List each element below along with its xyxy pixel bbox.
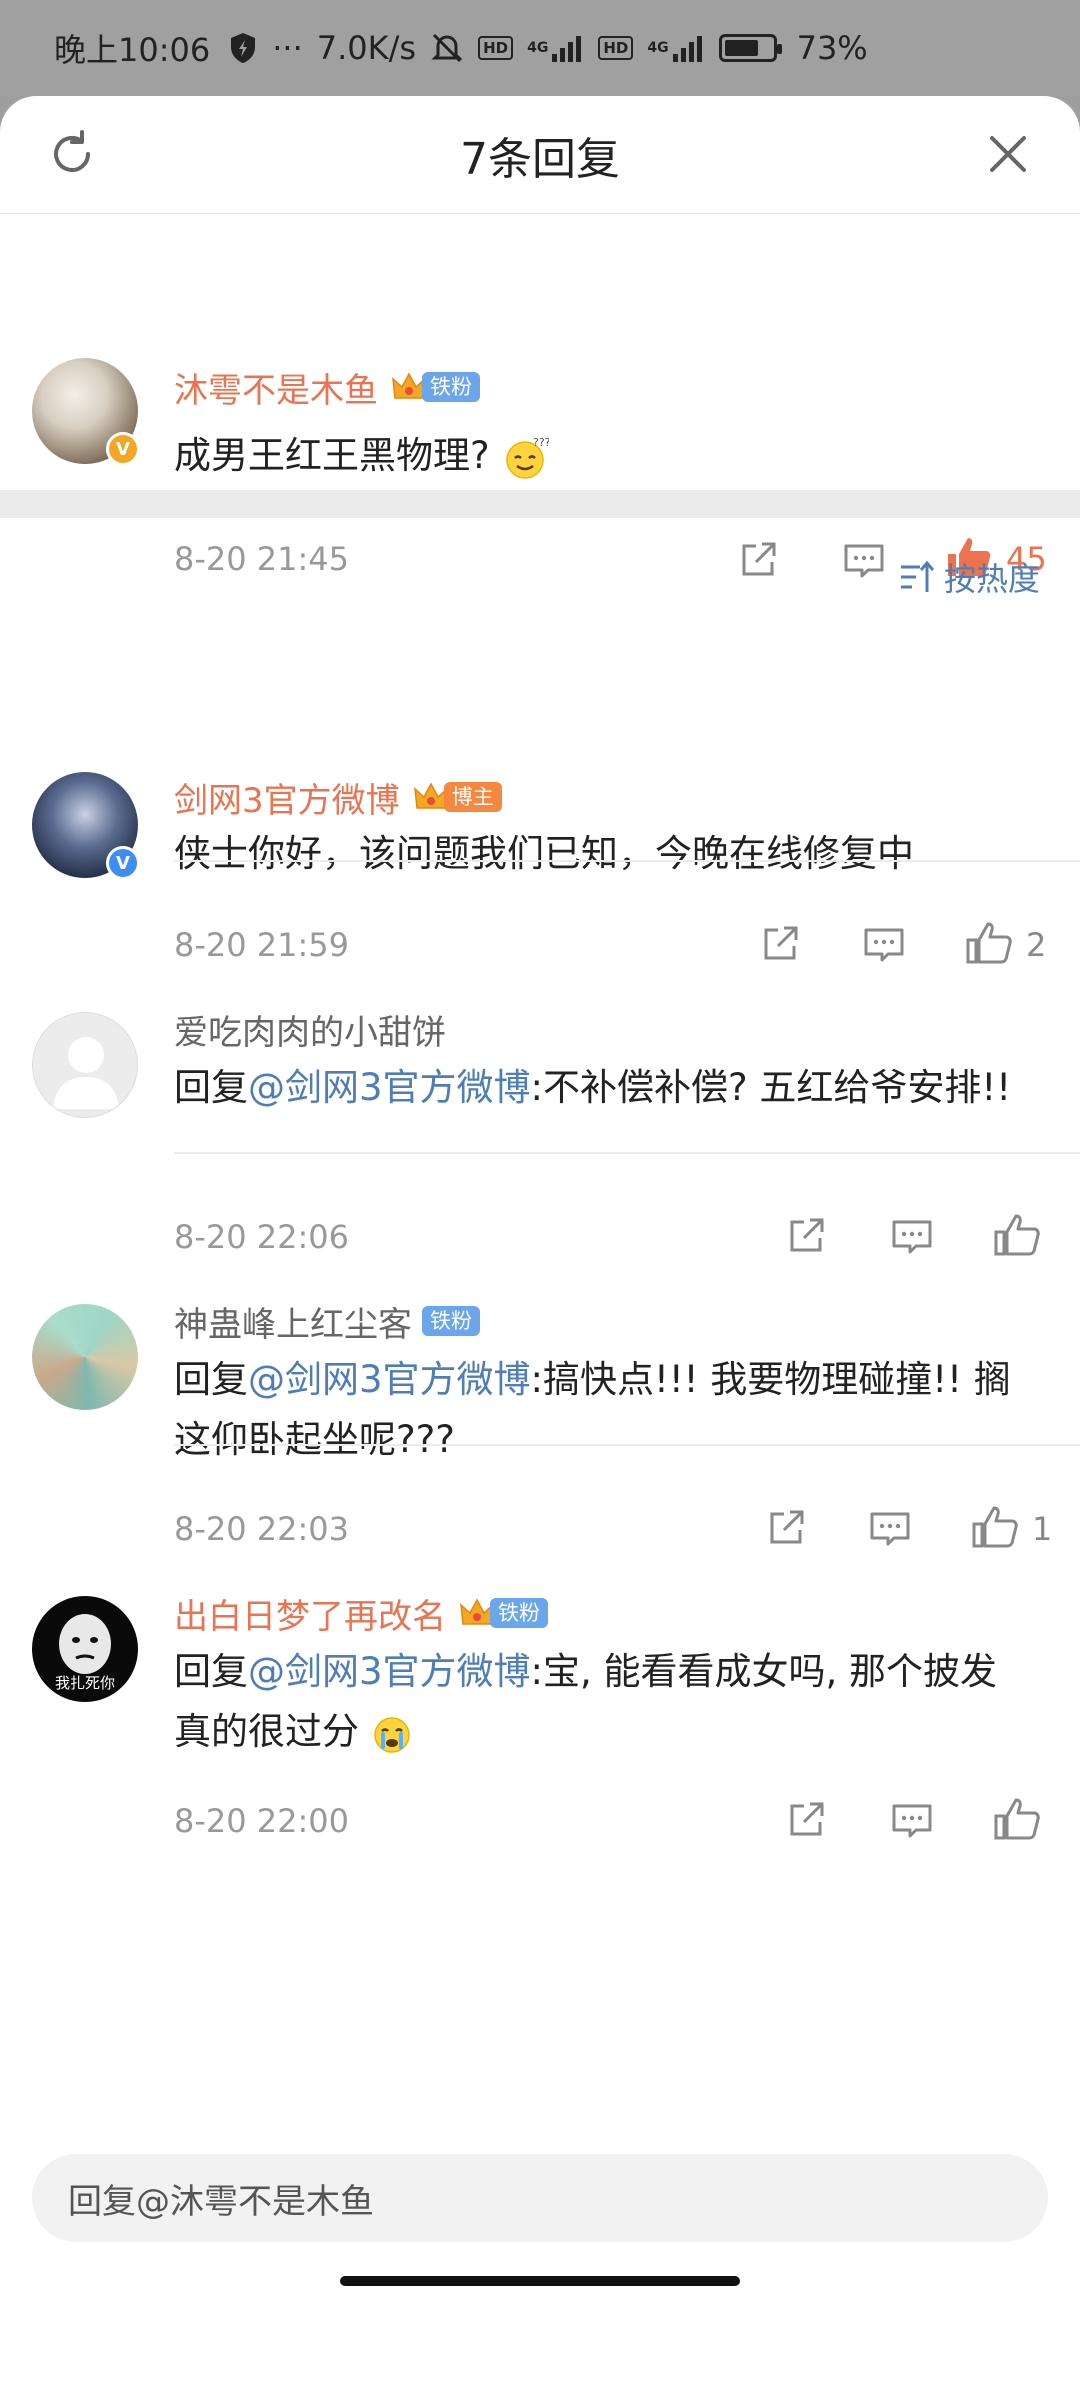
battery-percent: 73% [796,29,868,67]
divider [174,1152,1080,1154]
status-more: ··· [272,29,303,67]
avatar-caption: 我扎死你 [54,1674,115,1692]
avatar[interactable] [32,1012,138,1118]
like-icon[interactable] [992,1794,1040,1842]
username[interactable]: 爱吃肉肉的小甜饼 [174,1005,446,1054]
username[interactable]: 出白日梦了再改名 [174,1589,446,1638]
svg-text:???: ??? [533,436,549,449]
like-icon[interactable] [970,1502,1018,1550]
comment-text: 成男王红王黑物理? ??? [174,426,1030,486]
divider [174,860,1080,862]
signal-icon: 4G [527,34,584,62]
status-time: 晚上10:06 [54,31,211,69]
reply-text: 回复@剑网3官方微博:宝, 能看看成女吗, 那个披发真的很过分 [174,1650,998,1753]
sort-button[interactable]: 按热度 [898,554,1040,600]
avatar[interactable]: V [32,358,140,466]
smile-emoji-icon: ??? [506,436,549,479]
comment-icon[interactable] [888,1796,936,1844]
reply-time: 8-20 22:06 [174,1218,350,1256]
avatar[interactable]: 我扎死你 [32,1596,138,1702]
divider [174,1444,1080,1446]
share-icon[interactable] [756,920,804,968]
reply-text: 侠士你好，该问题我们已知，今晚在线修复中 [174,832,914,875]
share-icon[interactable] [782,1796,830,1844]
signal-icon: 4G [647,34,704,62]
share-icon[interactable] [762,1504,810,1552]
section-divider [0,490,1080,518]
username[interactable]: 神蛊峰上红尘客 [174,1297,412,1346]
avatar[interactable] [32,1304,138,1410]
crying-emoji-icon [374,1716,410,1753]
sheet-title: 7条回复 [460,133,620,185]
comment-icon[interactable] [840,536,888,584]
comment-time: 8-20 21:45 [174,540,350,578]
comment-icon[interactable] [866,1504,914,1552]
like-icon[interactable] [992,1210,1040,1258]
hd-icon: HD [478,36,514,60]
share-icon[interactable] [734,536,782,584]
mention-link[interactable]: @剑网3官方微博 [248,1358,531,1401]
fan-badge: 铁粉 [422,372,480,402]
refresh-icon[interactable] [44,126,100,182]
username[interactable]: 剑网3官方微博 [174,773,400,822]
verified-badge-icon: V [106,432,140,466]
shield-icon [228,31,258,65]
avatar[interactable]: V [32,772,140,880]
blogger-badge: 博主 [443,782,502,812]
close-icon[interactable] [980,126,1036,182]
home-indicator[interactable] [340,2276,740,2286]
hd-icon: HD [598,36,634,60]
mute-icon [430,31,464,65]
verified-badge-icon: V [106,846,140,880]
reply-time: 8-20 22:03 [174,1510,350,1548]
status-bar: 晚上10:06 ··· 7.0K/s HD 4G HD 4G 73% [0,0,1080,96]
mention-link[interactable]: @剑网3官方微博 [248,1066,531,1109]
reply-input[interactable]: 回复@沐雩不是木鱼 [32,2154,1048,2242]
fan-badge: 铁粉 [490,1598,548,1628]
reply-text: 回复@剑网3官方微博:搞快点!!! 我要物理碰撞!! 搁这仰卧起坐呢??? [174,1358,1011,1461]
reply-time: 8-20 21:59 [174,926,350,964]
battery-icon [718,34,782,62]
comment-icon[interactable] [860,920,908,968]
like-count: 2 [1026,926,1047,964]
status-speed: 7.0K/s [316,29,417,67]
reply-time: 8-20 22:00 [174,1802,350,1840]
reply-placeholder: 回复@沐雩不是木鱼 [68,2181,374,2222]
comment-icon[interactable] [888,1212,936,1260]
sheet-header: 7条回复 [0,96,1080,214]
like-count: 1 [1032,1510,1053,1548]
sort-icon [900,560,935,592]
username[interactable]: 沐雩不是木鱼 [174,363,378,412]
mention-link[interactable]: @剑网3官方微博 [248,1650,531,1693]
fan-badge: 铁粉 [422,1306,480,1336]
replies-sheet: 7条回复 V 沐雩不是木鱼 铁粉 成男王红王黑物理? ??? 8-20 21:4… [0,96,1080,2400]
share-icon[interactable] [782,1212,830,1260]
reply-text: 回复@剑网3官方微博:不补偿补偿? 五红给爷安排!! [174,1066,1012,1109]
sort-label: 按热度 [943,560,1040,598]
like-icon[interactable] [964,918,1012,966]
